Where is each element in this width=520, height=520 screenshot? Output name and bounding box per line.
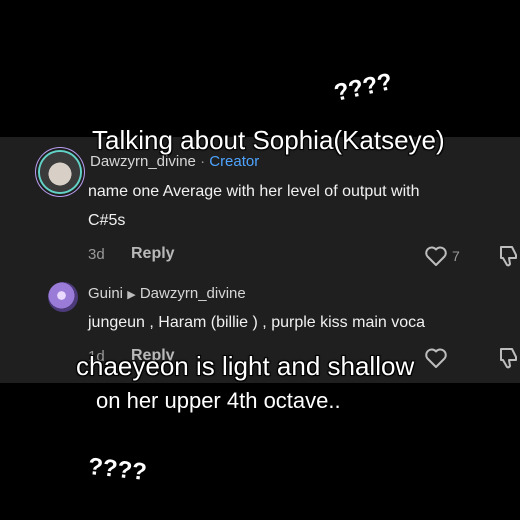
- overlay-title: Talking about Sophia(Katseye): [92, 125, 445, 155]
- like-count: 7: [452, 248, 460, 264]
- avatar[interactable]: [48, 282, 78, 312]
- comment-text-line2: C#5s: [88, 212, 126, 229]
- overlay-caption-line1: chaeyeon is light and shallow: [76, 351, 415, 381]
- heart-outline-icon[interactable]: [424, 245, 448, 267]
- comment-author-row: Guini ▶ Dawzyrn_divine: [88, 285, 246, 302]
- comment-text: jungeun , Haram (billie ) , purple kiss …: [88, 314, 426, 331]
- reply-to-name[interactable]: Dawzyrn_divine: [140, 285, 246, 302]
- reply-button[interactable]: Reply: [131, 245, 175, 263]
- overlay-question-bottom: ????: [86, 453, 148, 486]
- overlay-question-top: ????: [331, 68, 395, 107]
- triangle-right-icon: ▶: [127, 289, 136, 301]
- comment-text-line1: name one Average with her level of outpu…: [88, 183, 420, 200]
- comment-author-name[interactable]: Guini: [88, 285, 123, 302]
- heart-outline-icon[interactable]: [424, 347, 448, 369]
- thumbs-down-icon[interactable]: [498, 244, 520, 268]
- thumbs-down-icon[interactable]: [498, 346, 520, 370]
- avatar[interactable]: [40, 152, 80, 192]
- comment-age: 3d: [88, 246, 105, 263]
- overlay-caption-line2: on her upper 4th octave..: [96, 388, 341, 413]
